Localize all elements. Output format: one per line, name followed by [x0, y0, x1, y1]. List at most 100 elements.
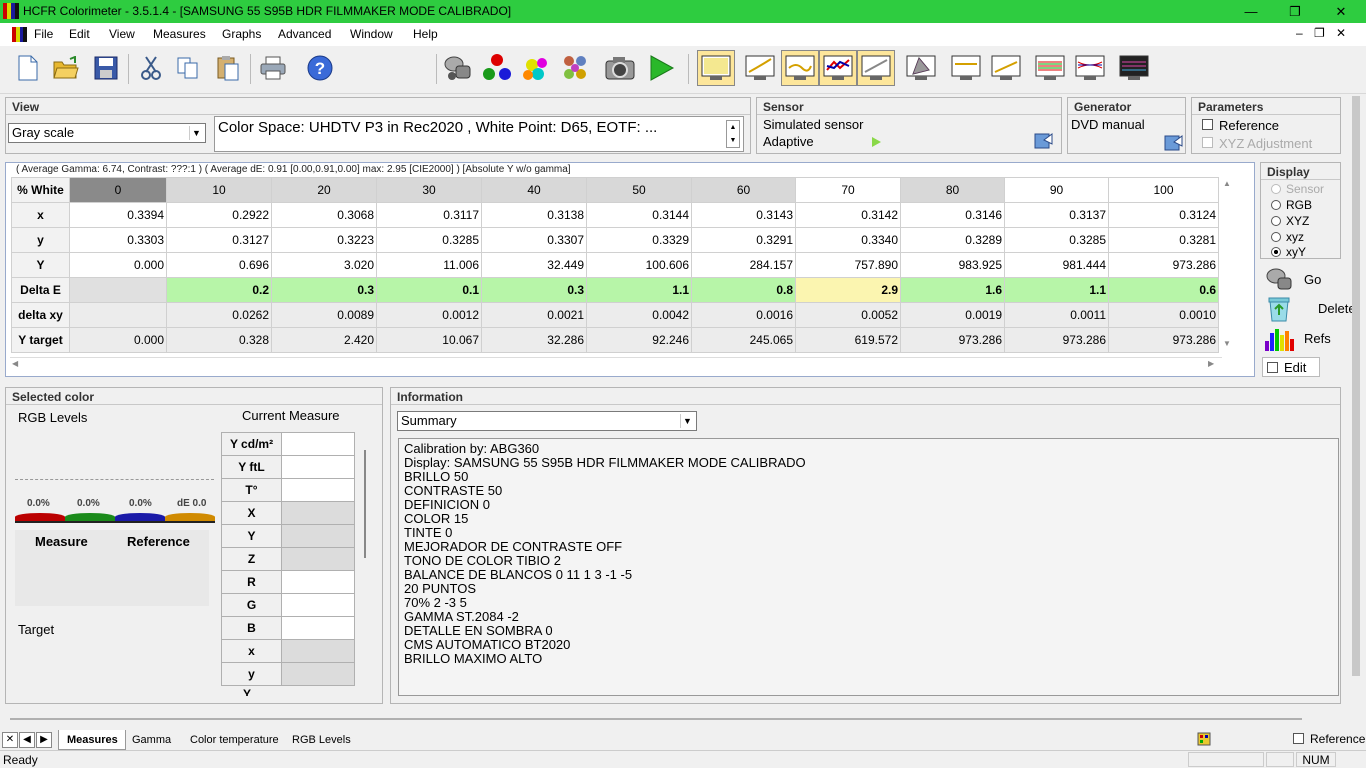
table-cell[interactable]: 0.3394: [69, 202, 167, 228]
cut-icon[interactable]: [135, 52, 167, 84]
table-cell[interactable]: 0.0262: [166, 302, 272, 328]
tabs-reference-checkbox[interactable]: [1293, 733, 1304, 744]
table-cell[interactable]: 0.3307: [481, 227, 587, 253]
table-cell[interactable]: [281, 478, 355, 502]
table-cell[interactable]: 100.606: [586, 252, 692, 278]
table-cell[interactable]: 0.000: [69, 327, 167, 353]
print-icon[interactable]: [257, 52, 289, 84]
table-cell[interactable]: [281, 524, 355, 548]
display-option-rgb[interactable]: RGB: [1271, 198, 1312, 212]
mdi-restore-button[interactable]: ❐: [1314, 26, 1325, 40]
graph-view-4-icon[interactable]: [819, 50, 857, 86]
menu-edit[interactable]: Edit: [69, 27, 90, 41]
table-cell[interactable]: 0.3285: [376, 227, 482, 253]
table-cell[interactable]: [281, 662, 355, 686]
tab-color-temperature[interactable]: Color temperature: [182, 730, 282, 750]
save-icon[interactable]: [90, 52, 122, 84]
table-cell[interactable]: 973.286: [1108, 252, 1219, 278]
column-header[interactable]: 80: [900, 177, 1005, 203]
graph-view-6-icon[interactable]: [950, 52, 982, 84]
graph-view-8-icon[interactable]: [1034, 52, 1066, 84]
table-cell[interactable]: 0.3068: [271, 202, 377, 228]
table-cell[interactable]: 0.3340: [795, 227, 901, 253]
menu-file[interactable]: File: [34, 27, 53, 41]
table-cell[interactable]: 0.8: [691, 277, 796, 303]
table-cell[interactable]: 0.0021: [481, 302, 587, 328]
table-cell[interactable]: [281, 547, 355, 571]
edit-checkbox[interactable]: [1267, 362, 1278, 373]
table-cell[interactable]: 0.3127: [166, 227, 272, 253]
delete-button[interactable]: Delete: [1262, 295, 1356, 323]
table-cell[interactable]: 0.3137: [1004, 202, 1109, 228]
table-cell[interactable]: 92.246: [586, 327, 692, 353]
tab-gamma[interactable]: Gamma: [124, 730, 180, 750]
information-select[interactable]: Summary ▼: [397, 411, 697, 431]
menu-help[interactable]: Help: [413, 27, 438, 41]
table-cell[interactable]: 983.925: [900, 252, 1005, 278]
table-cell[interactable]: [281, 501, 355, 525]
table-cell[interactable]: 0.3142: [795, 202, 901, 228]
open-folder-icon[interactable]: [50, 52, 82, 84]
column-header[interactable]: 50: [586, 177, 692, 203]
table-cell[interactable]: 0.2: [166, 277, 272, 303]
column-header[interactable]: 90: [1004, 177, 1109, 203]
column-header[interactable]: 60: [691, 177, 796, 203]
chevron-right-icon[interactable]: ▶: [36, 732, 52, 748]
display-option-xyz-upper[interactable]: XYZ: [1271, 214, 1309, 228]
copy-icon[interactable]: [172, 52, 204, 84]
table-cell[interactable]: 2.420: [271, 327, 377, 353]
table-cell[interactable]: [281, 616, 355, 640]
table-cell[interactable]: 11.006: [376, 252, 482, 278]
table-cell[interactable]: 1.1: [1004, 277, 1109, 303]
table-cell[interactable]: 0.0052: [795, 302, 901, 328]
table-cell[interactable]: 10.067: [376, 327, 482, 353]
column-header[interactable]: 10: [166, 177, 272, 203]
column-header[interactable]: 0: [69, 177, 167, 203]
graph-view-3-icon[interactable]: [781, 50, 819, 86]
minimize-button[interactable]: —: [1228, 0, 1274, 23]
graph-view-10-icon[interactable]: [1118, 52, 1150, 84]
column-header[interactable]: 20: [271, 177, 377, 203]
generator-config-icon[interactable]: [1164, 134, 1184, 152]
camera-icon[interactable]: [604, 52, 636, 84]
table-cell[interactable]: 0.3289: [900, 227, 1005, 253]
menu-advanced[interactable]: Advanced: [278, 27, 331, 41]
table-cell[interactable]: [281, 570, 355, 594]
table-cell[interactable]: 0.0012: [376, 302, 482, 328]
refs-button[interactable]: Refs: [1262, 325, 1340, 353]
edit-toggle[interactable]: Edit: [1262, 357, 1320, 377]
table-cell[interactable]: 0.696: [166, 252, 272, 278]
table-cell[interactable]: [69, 302, 167, 328]
table-cell[interactable]: 973.286: [900, 327, 1005, 353]
graph-view-2-icon[interactable]: [744, 52, 776, 84]
table-cell[interactable]: 0.3146: [900, 202, 1005, 228]
table-cell[interactable]: 0.1: [376, 277, 482, 303]
play-icon[interactable]: [646, 52, 678, 84]
grid-horizontal-scrollbar[interactable]: ◀ ▶: [10, 357, 1222, 371]
table-cell[interactable]: 0.3: [481, 277, 587, 303]
graph-view-7-icon[interactable]: [990, 52, 1022, 84]
table-cell[interactable]: 0.3291: [691, 227, 796, 253]
table-cell[interactable]: 0.6: [1108, 277, 1219, 303]
colorspace-spinner[interactable]: ▲ ▼: [726, 120, 740, 148]
window-scrollbar[interactable]: [1352, 96, 1360, 676]
table-cell[interactable]: [281, 432, 355, 456]
secondary-colors-icon[interactable]: [520, 52, 552, 84]
column-header[interactable]: 40: [481, 177, 587, 203]
table-cell[interactable]: 0.3303: [69, 227, 167, 253]
table-cell[interactable]: 973.286: [1108, 327, 1219, 353]
graph-view-1-icon[interactable]: [697, 50, 735, 86]
play-icon[interactable]: [870, 136, 882, 148]
table-cell[interactable]: 0.3223: [271, 227, 377, 253]
table-cell[interactable]: 0.0016: [691, 302, 796, 328]
table-cell[interactable]: 0.0042: [586, 302, 692, 328]
table-cell[interactable]: 32.286: [481, 327, 587, 353]
display-option-xyz-lower[interactable]: xyz: [1271, 230, 1304, 244]
table-cell[interactable]: 1.1: [586, 277, 692, 303]
table-cell[interactable]: 2.9: [795, 277, 901, 303]
table-cell[interactable]: 0.3281: [1108, 227, 1219, 253]
table-cell[interactable]: 0.2922: [166, 202, 272, 228]
restore-button[interactable]: ❐: [1272, 0, 1318, 23]
table-cell[interactable]: [281, 639, 355, 663]
table-cell[interactable]: 0.0011: [1004, 302, 1109, 328]
